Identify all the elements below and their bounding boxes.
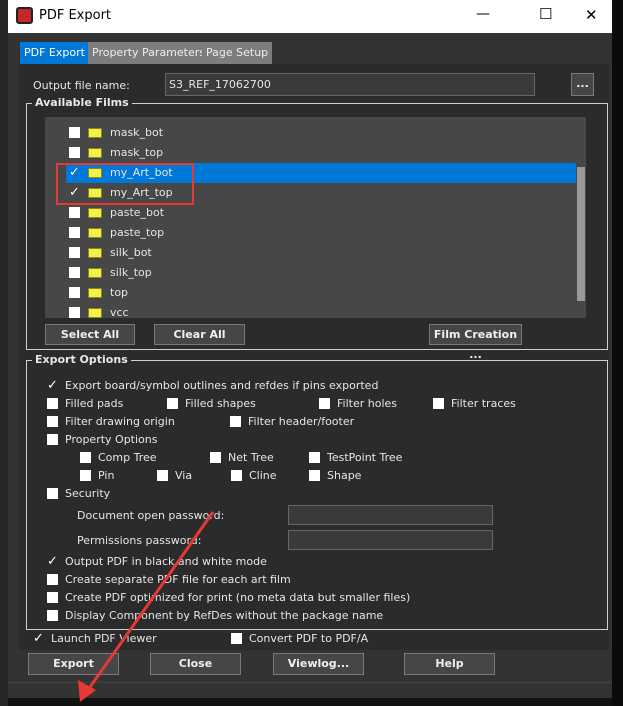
annotation-arrow [78,511,215,702]
